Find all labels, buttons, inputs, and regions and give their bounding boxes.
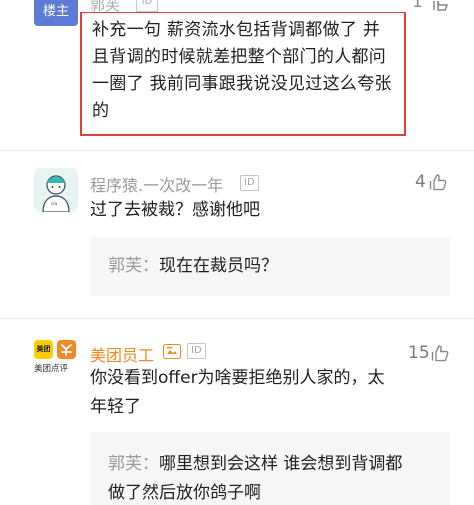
comment-line: 年轻了 (90, 397, 141, 417)
reply-text: 现在在裁员吗？ (159, 256, 278, 276)
reply-text: 哪里想到会这样 谁会想到背调都 (159, 454, 403, 474)
avatar[interactable]: n/a (34, 168, 78, 212)
reply-line: 做了然后放你鸽子啊 (108, 483, 261, 503)
reply-author[interactable]: 郭芙： (108, 454, 159, 474)
comment-line: 的 (92, 101, 110, 121)
id-badge: ID (187, 343, 206, 359)
comment-line: 补充一句 薪资流水包括背调都做了 并 (92, 20, 381, 40)
avatar-caption: 美团点评 (34, 364, 69, 374)
reply-author[interactable]: 郭芙： (108, 256, 159, 276)
comment-line: 且背调的时候就差把整个部门的人都问 (92, 47, 387, 67)
thumbs-up-icon[interactable] (429, 174, 447, 195)
comment-line: 你没看到offer为啥要拒绝别人家的，太 (90, 368, 385, 388)
highlighted-comment-text: 补充一句 薪资流水包括背调都做了 并 且背调的时候就差把整个部门的人都问 一圈了… (80, 12, 406, 136)
op-badge: 楼主 (34, 0, 78, 26)
thumbs-up-icon[interactable] (432, 0, 450, 15)
reply-content: 郭芙：哪里想到会这样 谁会想到背调都 做了然后放你鸽子啊 (108, 450, 448, 505)
like-count: 4 (415, 172, 426, 192)
svg-text:n/a: n/a (51, 201, 58, 206)
reply-line: 郭芙：哪里想到会这样 谁会想到背调都 (108, 450, 448, 479)
divider (0, 150, 474, 151)
id-badge: ID (240, 175, 259, 191)
meituan-logo-icon: 美团 (34, 340, 53, 359)
like-count: 15 (408, 343, 430, 363)
like-count: 1 (412, 0, 423, 12)
id-badge: ID (136, 0, 158, 12)
reply-box[interactable]: 郭芙：现在在裁员吗？ (90, 237, 450, 296)
avatar[interactable]: 美团 美团点评 (34, 340, 78, 384)
dianping-logo-icon (57, 340, 76, 359)
comment-text: 过了去被裁？感谢他吧 (90, 200, 260, 220)
comment-line: 一圈了 我前同事跟我说没见过这么夸张 (92, 74, 392, 94)
user-avatar-icon: n/a (34, 168, 78, 212)
verified-badge-icon (163, 344, 181, 363)
reply-box[interactable]: 郭芙：哪里想到会这样 谁会想到背调都 做了然后放你鸽子啊 (90, 432, 450, 505)
comment-author[interactable]: 程序猿.一次改一年 (90, 172, 223, 196)
comment-text: 你没看到offer为啥要拒绝别人家的，太 年轻了 (90, 364, 450, 422)
divider (0, 318, 474, 319)
comment-author[interactable]: 美团员工 (90, 342, 154, 366)
thumbs-up-icon[interactable] (431, 345, 449, 366)
reply-line: 郭芙：现在在裁员吗？ (108, 252, 278, 281)
